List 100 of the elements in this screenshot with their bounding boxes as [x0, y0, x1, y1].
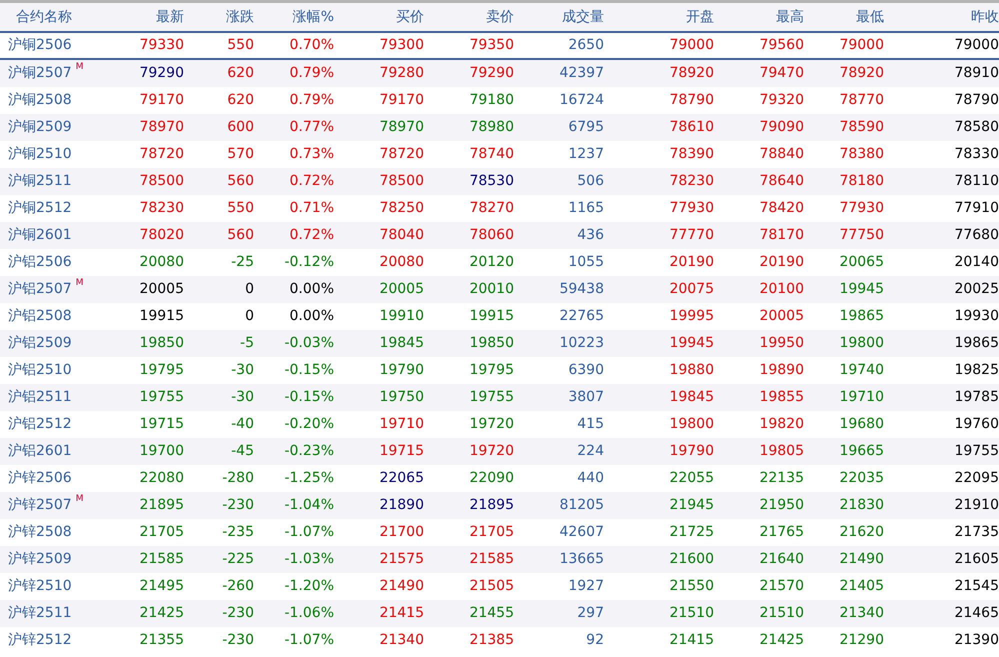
column-header[interactable]: 最高: [714, 6, 804, 28]
table-row[interactable]: 沪铝2601 19700 -45 -0.23% 19715 19720 224 19790 19805 19665 19755: [0, 438, 999, 465]
table-cell-text: 19710: [378, 415, 424, 434]
table-cell-text: 42397: [558, 64, 604, 83]
table-cell-text: 78970: [378, 118, 424, 137]
table-cell-text: 79000: [668, 36, 714, 55]
table-cell-text: 20080: [378, 253, 424, 272]
column-header[interactable]: 卖价: [424, 6, 514, 28]
main-contract-marker: M: [76, 63, 84, 72]
table-cell-text: 16724: [558, 91, 604, 110]
table-row[interactable]: 沪铝2509 19850 -5 -0.03% 19845 19850 10223 19945 19950 19800 19865: [0, 330, 999, 357]
table-row[interactable]: 沪锌2511 21425 -230 -1.06% 21415 21455 297 21510 21510 21340 21465: [0, 600, 999, 627]
column-header[interactable]: 昨收: [884, 6, 999, 28]
table-cell-text: 20080: [138, 253, 184, 272]
table-cell-text: 78040: [378, 226, 424, 245]
table-cell-text: 21505: [468, 577, 514, 596]
table-cell-text: 0: [244, 280, 254, 299]
table-cell-text: 22095: [953, 469, 999, 488]
table-cell-text: 78770: [838, 91, 884, 110]
table-row[interactable]: 沪铝2511 19755 -30 -0.15% 19750 19755 3807 19845 19855 19710 19785: [0, 384, 999, 411]
column-header[interactable]: 涨幅%: [254, 6, 334, 28]
table-cell-text: 79170: [138, 91, 184, 110]
table-cell-text: 79470: [758, 64, 804, 83]
table-cell-text: 19800: [838, 334, 884, 353]
table-cell-text: 620: [226, 64, 254, 83]
table-cell-text: -25: [230, 253, 254, 272]
table-cell-text: -30: [230, 361, 254, 380]
table-cell-text: 600: [226, 118, 254, 137]
table-cell-text: 21340: [838, 604, 884, 623]
table-cell-text: 79280: [378, 64, 424, 83]
contract-name: 沪锌2512: [8, 631, 72, 650]
table-cell-text: 19800: [668, 415, 714, 434]
table-cell-text: 20140: [953, 253, 999, 272]
table-cell-text: 79330: [138, 36, 184, 55]
table-cell-text: 79290: [468, 64, 514, 83]
table-cell-text: 21830: [838, 496, 884, 515]
table-cell-text: 21700: [378, 523, 424, 542]
table-cell-text: 550: [226, 199, 254, 218]
table-cell-text: 19680: [838, 415, 884, 434]
table-cell-text: -5: [239, 334, 254, 353]
table-cell-text: -1.25%: [283, 469, 334, 488]
table-cell-text: 21390: [953, 631, 999, 650]
table-cell-text: 22035: [838, 469, 884, 488]
column-header[interactable]: 涨跌: [184, 6, 254, 28]
table-cell-text: 78840: [758, 145, 804, 164]
table-cell-text: 20005: [758, 307, 804, 326]
table-cell-text: 21765: [758, 523, 804, 542]
column-header[interactable]: 最新: [114, 6, 184, 28]
column-header[interactable]: 买价: [334, 6, 424, 28]
table-cell-text: 20075: [668, 280, 714, 299]
table-row[interactable]: 沪铜2601 78020 560 0.72% 78040 78060 436 77770 78170 77750 77680: [0, 222, 999, 249]
table-cell-text: -30: [230, 388, 254, 407]
table-cell-text: -0.15%: [283, 388, 334, 407]
table-cell-text: 78170: [758, 226, 804, 245]
table-cell-text: 21425: [138, 604, 184, 623]
table-row[interactable]: 沪锌2507 M 21895 -230 -1.04% 21890 21895 81205 21945 21950 21830 21910: [0, 492, 999, 519]
table-cell-text: -0.15%: [283, 361, 334, 380]
table-cell-text: 19755: [953, 442, 999, 461]
column-header[interactable]: 成交量: [514, 6, 604, 28]
table-cell-text: 78790: [668, 91, 714, 110]
table-cell-text: 78910: [953, 64, 999, 83]
table-cell-text: 78390: [668, 145, 714, 164]
table-cell-text: 78980: [468, 118, 514, 137]
contract-name: 沪铝2512: [8, 415, 72, 434]
table-row[interactable]: 沪铜2511 78500 560 0.72% 78500 78530 506 78230 78640 78180 78110: [0, 168, 999, 195]
table-cell-text: 6795: [567, 118, 604, 137]
table-row[interactable]: 沪锌2509 21585 -225 -1.03% 21575 21585 13665 21600 21640 21490 21605: [0, 546, 999, 573]
table-cell-text: 21605: [953, 550, 999, 569]
table-cell-text: 19795: [138, 361, 184, 380]
table-cell-text: 19880: [668, 361, 714, 380]
table-row[interactable]: 沪铝2507 M 20005 0 0.00% 20005 20010 59438 20075 20100 19945 20025: [0, 276, 999, 303]
table-cell-text: 19740: [838, 361, 884, 380]
table-cell-text: 21490: [378, 577, 424, 596]
table-cell-text: 78970: [138, 118, 184, 137]
table-cell-text: 415: [576, 415, 604, 434]
column-header[interactable]: 开盘: [604, 6, 714, 28]
table-cell-text: 19855: [758, 388, 804, 407]
table-cell-text: 78110: [953, 172, 999, 191]
table-cell-text: -225: [221, 550, 254, 569]
table-cell-text: 19850: [468, 334, 514, 353]
contract-name: 沪铝2506: [8, 253, 72, 272]
table-cell-text: 21415: [668, 631, 714, 650]
table-cell-text: 19720: [468, 442, 514, 461]
column-header[interactable]: 最低: [804, 6, 884, 28]
table-cell-text: 20190: [668, 253, 714, 272]
table-row[interactable]: 沪铜2509 78970 600 0.77% 78970 78980 6795 78610 79090 78590 78580: [0, 114, 999, 141]
contract-name: 沪铝2507: [8, 280, 72, 299]
table-cell-text: 0.77%: [288, 118, 334, 137]
table-row[interactable]: 沪铜2507 M 79290 620 0.79% 79280 79290 42397 78920 79470 78920 78910: [0, 60, 999, 87]
table-cell-text: 0.00%: [288, 307, 334, 326]
table-cell-text: 1055: [567, 253, 604, 272]
contract-name: 沪铜2506: [8, 36, 72, 55]
table-cell-text: 79000: [953, 36, 999, 55]
table-cell-text: -230: [221, 496, 254, 515]
table-cell-text: 19825: [953, 361, 999, 380]
table-cell-text: 0.00%: [288, 280, 334, 299]
table-cell-text: 21465: [953, 604, 999, 623]
table-cell-text: 21510: [668, 604, 714, 623]
column-header[interactable]: 合约名称: [0, 6, 114, 28]
table-cell-text: 21585: [138, 550, 184, 569]
